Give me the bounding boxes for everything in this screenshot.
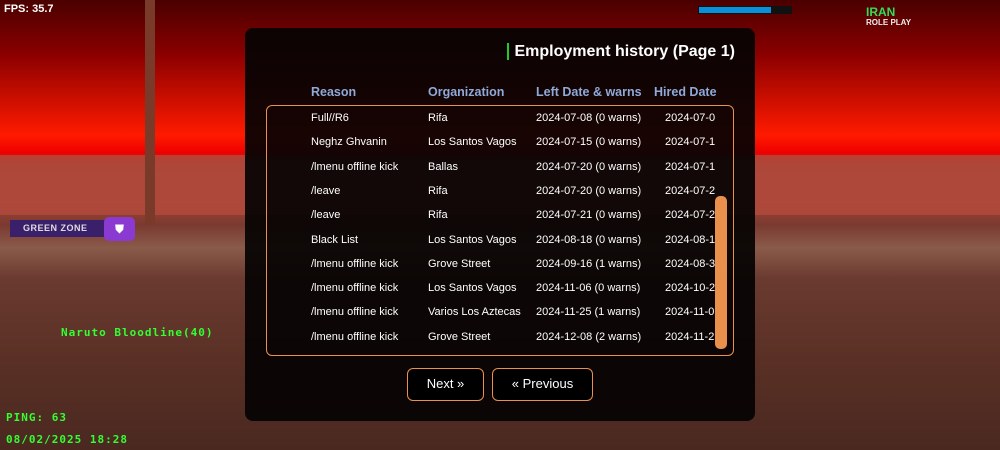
cell-hired-date: 2024-07-0 bbox=[665, 112, 716, 124]
green-zone-badge: GREEN ZONE bbox=[10, 220, 105, 237]
table-row: Black List Los Santos Vagos 2024-08-18 (0 … bbox=[267, 234, 715, 254]
cell-reason: /lmenu offline kick bbox=[311, 282, 399, 295]
table-row: /lmenu offline kick Los Santos Vagos 2024-… bbox=[267, 282, 715, 302]
cell-left-date: 2024-12-08 (2 warns) bbox=[536, 330, 642, 343]
datetime-display: 08/02/2025 18:28 bbox=[6, 433, 128, 446]
dialog-title: Employment history (Page 1) bbox=[506, 43, 735, 60]
health-bar bbox=[698, 6, 792, 14]
cell-reason: /lmenu offline kick bbox=[311, 306, 399, 319]
cell-reason: /leave bbox=[311, 184, 341, 197]
table-row: /lmenu offline kick Grove Street 2024-12-0… bbox=[267, 331, 715, 351]
cell-left-date: 2024-07-20 (0 warns) bbox=[536, 184, 642, 197]
cell-left-date: 2024-09-16 (1 warns) bbox=[536, 257, 642, 270]
table-row: /lmenu offline kick Ballas 2024-07-20 (0 w… bbox=[267, 161, 715, 181]
cell-left-date: 2024-07-21 (0 warns) bbox=[536, 209, 642, 222]
table-row: /lmenu offline kick Varios Los Aztecas 202… bbox=[267, 306, 715, 326]
cell-hired-date: 2024-11-0 bbox=[665, 306, 715, 319]
table-row: Full//R6 Rifa 2024-07-08 (0 warns) 2024-07-… bbox=[267, 112, 715, 132]
table-row: /lmenu offline kick Grove Street 2024-09-1… bbox=[267, 258, 715, 278]
cell-hired-date: 2024-07-2 bbox=[665, 209, 716, 222]
cell-hired-date: 2024-07-1 bbox=[665, 160, 716, 173]
cell-organization: Los Santos Vagos bbox=[428, 233, 517, 246]
ping-display: PING: 63 bbox=[6, 411, 67, 424]
next-button[interactable]: Next » bbox=[407, 368, 484, 401]
cell-organization: Ballas bbox=[428, 160, 458, 173]
previous-button[interactable]: « Previous bbox=[492, 368, 593, 401]
cell-organization: Grove Street bbox=[428, 257, 491, 270]
cell-left-date: 2024-07-20 (0 warns) bbox=[536, 160, 642, 173]
table-row: /leave Rifa 2024-07-20 (0 warns) 2024-07-2 bbox=[267, 185, 715, 205]
cell-hired-date: 2024-11-2 bbox=[665, 330, 715, 343]
cell-organization: Varios Los Aztecas bbox=[428, 306, 521, 319]
cell-left-date: 2024-07-08 (0 warns) bbox=[536, 112, 642, 124]
cell-organization: Los Santos Vagos bbox=[428, 136, 517, 149]
cell-reason: /leave bbox=[311, 209, 341, 222]
background-pole bbox=[145, 0, 155, 225]
health-bar-fill bbox=[699, 7, 771, 13]
cell-left-date: 2024-08-18 (0 warns) bbox=[536, 233, 642, 246]
employment-history-dialog: Employment history (Page 1) Reason Organ… bbox=[245, 28, 755, 421]
cell-organization: Rifa bbox=[428, 112, 448, 124]
cell-hired-date: 2024-08-3 bbox=[665, 257, 716, 270]
column-header-hired-date: Hired Date bbox=[654, 85, 717, 99]
player-nametag: Naruto Bloodline(40) bbox=[61, 326, 214, 339]
shield-icon: ⛊ bbox=[104, 217, 135, 241]
cell-reason: Full//R6 bbox=[311, 112, 349, 124]
cell-hired-date: 2024-10-2 bbox=[665, 282, 716, 295]
table-row: /leave Rifa 2024-07-21 (0 warns) 2024-07-2 bbox=[267, 209, 715, 229]
cell-reason: /lmenu offline kick bbox=[311, 257, 399, 270]
server-logo: IRAN ROLE PLAY bbox=[866, 5, 912, 27]
cell-organization: Los Santos Vagos bbox=[428, 282, 517, 295]
history-table: Full//R6 Rifa 2024-07-08 (0 warns) 2024-07-… bbox=[266, 105, 734, 356]
cell-reason: Neghz Ghvanin bbox=[311, 136, 387, 149]
column-header-reason: Reason bbox=[311, 85, 357, 99]
cell-reason: Black List bbox=[311, 233, 359, 246]
logo-line1: IRAN bbox=[866, 5, 896, 19]
column-header-left-date: Left Date & warns bbox=[536, 85, 642, 99]
logo-line2: ROLE PLAY bbox=[866, 18, 912, 27]
cell-reason: /lmenu offline kick bbox=[311, 330, 399, 343]
scrollbar[interactable] bbox=[715, 196, 727, 349]
fps-counter: FPS: 35.7 bbox=[4, 3, 54, 15]
cell-left-date: 2024-07-15 (0 warns) bbox=[536, 136, 642, 149]
cell-hired-date: 2024-08-1 bbox=[665, 233, 716, 246]
cell-reason: /lmenu offline kick bbox=[311, 160, 399, 173]
cell-organization: Rifa bbox=[428, 209, 448, 222]
cell-organization: Grove Street bbox=[428, 330, 491, 343]
column-header-organization: Organization bbox=[428, 85, 505, 99]
cell-left-date: 2024-11-25 (1 warns) bbox=[536, 306, 641, 319]
table-row: Neghz Ghvanin Los Santos Vagos 2024-07-15 … bbox=[267, 136, 715, 156]
cell-hired-date: 2024-07-2 bbox=[665, 184, 716, 197]
cell-hired-date: 2024-07-1 bbox=[665, 136, 716, 149]
cell-left-date: 2024-11-06 (0 warns) bbox=[536, 282, 641, 295]
cell-organization: Rifa bbox=[428, 184, 448, 197]
